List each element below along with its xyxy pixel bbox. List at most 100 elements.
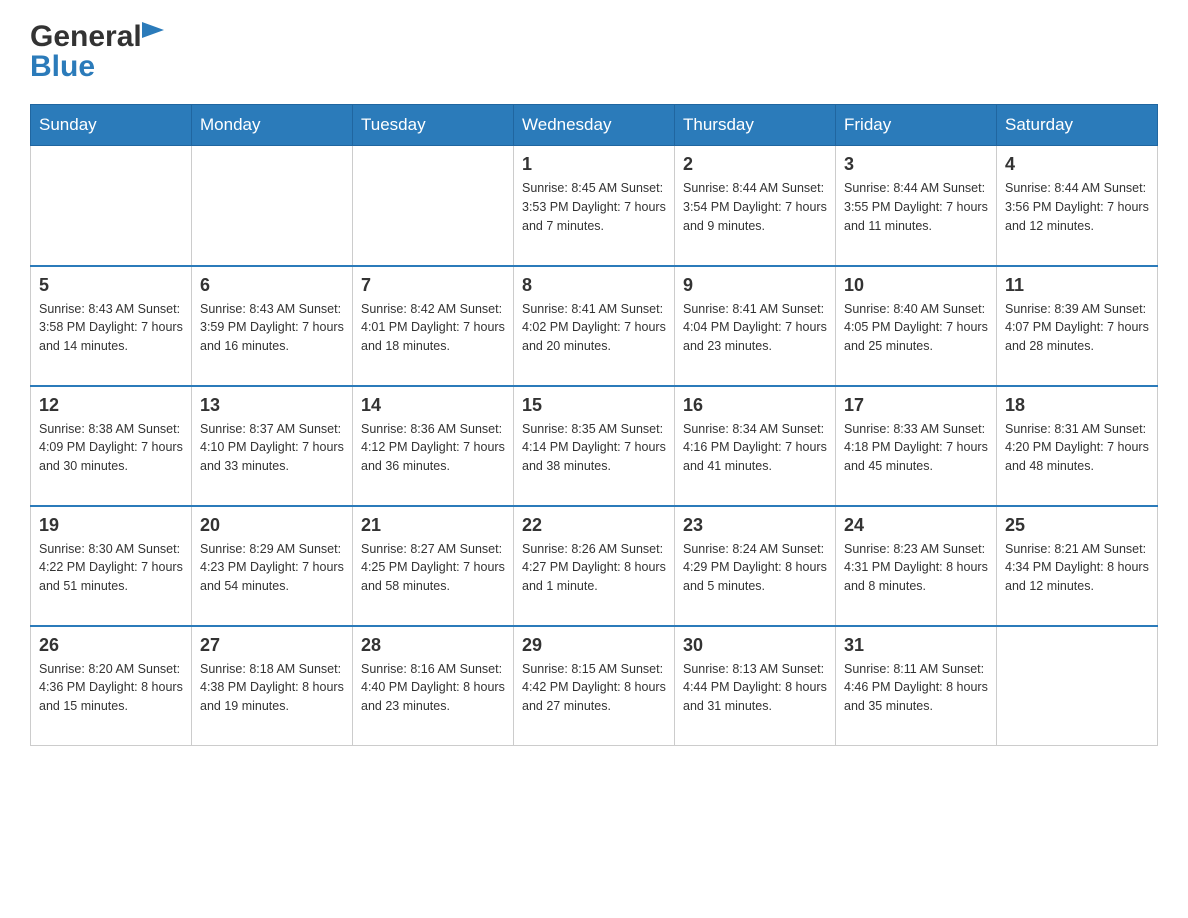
day-info: Sunrise: 8:30 AM Sunset: 4:22 PM Dayligh… — [39, 540, 183, 596]
day-header-tuesday: Tuesday — [353, 105, 514, 146]
day-number: 23 — [683, 515, 827, 536]
day-info: Sunrise: 8:40 AM Sunset: 4:05 PM Dayligh… — [844, 300, 988, 356]
day-info: Sunrise: 8:31 AM Sunset: 4:20 PM Dayligh… — [1005, 420, 1149, 476]
day-info: Sunrise: 8:13 AM Sunset: 4:44 PM Dayligh… — [683, 660, 827, 716]
day-number: 30 — [683, 635, 827, 656]
day-info: Sunrise: 8:16 AM Sunset: 4:40 PM Dayligh… — [361, 660, 505, 716]
day-number: 5 — [39, 275, 183, 296]
day-number: 18 — [1005, 395, 1149, 416]
calendar-cell: 21 Sunrise: 8:27 AM Sunset: 4:25 PM Dayli… — [353, 506, 514, 626]
day-number: 7 — [361, 275, 505, 296]
day-info: Sunrise: 8:37 AM Sunset: 4:10 PM Dayligh… — [200, 420, 344, 476]
day-info: Sunrise: 8:23 AM Sunset: 4:31 PM Dayligh… — [844, 540, 988, 596]
day-number: 11 — [1005, 275, 1149, 296]
day-number: 24 — [844, 515, 988, 536]
day-header-saturday: Saturday — [997, 105, 1158, 146]
day-number: 6 — [200, 275, 344, 296]
calendar-cell: 25 Sunrise: 8:21 AM Sunset: 4:34 PM Dayli… — [997, 506, 1158, 626]
calendar-cell — [997, 626, 1158, 746]
day-number: 16 — [683, 395, 827, 416]
day-info: Sunrise: 8:44 AM Sunset: 3:56 PM Dayligh… — [1005, 179, 1149, 235]
calendar-cell: 10 Sunrise: 8:40 AM Sunset: 4:05 PM Dayli… — [836, 266, 997, 386]
calendar-cell: 18 Sunrise: 8:31 AM Sunset: 4:20 PM Dayli… — [997, 386, 1158, 506]
day-info: Sunrise: 8:20 AM Sunset: 4:36 PM Dayligh… — [39, 660, 183, 716]
calendar-cell: 5 Sunrise: 8:43 AM Sunset: 3:58 PM Daylig… — [31, 266, 192, 386]
day-info: Sunrise: 8:26 AM Sunset: 4:27 PM Dayligh… — [522, 540, 666, 596]
day-number: 29 — [522, 635, 666, 656]
calendar-cell: 1 Sunrise: 8:45 AM Sunset: 3:53 PM Daylig… — [514, 146, 675, 266]
day-info: Sunrise: 8:18 AM Sunset: 4:38 PM Dayligh… — [200, 660, 344, 716]
logo: GeneralBlue — [30, 20, 164, 84]
day-info: Sunrise: 8:41 AM Sunset: 4:04 PM Dayligh… — [683, 300, 827, 356]
day-number: 15 — [522, 395, 666, 416]
day-info: Sunrise: 8:35 AM Sunset: 4:14 PM Dayligh… — [522, 420, 666, 476]
calendar-cell: 3Sunrise: 8:44 AM Sunset: 3:55 PM Daylig… — [836, 146, 997, 266]
calendar-cell: 14 Sunrise: 8:36 AM Sunset: 4:12 PM Dayli… — [353, 386, 514, 506]
calendar-cell: 11 Sunrise: 8:39 AM Sunset: 4:07 PM Dayli… — [997, 266, 1158, 386]
day-info: Sunrise: 8:44 AM Sunset: 3:54 PM Dayligh… — [683, 179, 827, 235]
day-number: 22 — [522, 515, 666, 536]
calendar-cell: 9Sunrise: 8:41 AM Sunset: 4:04 PM Daylig… — [675, 266, 836, 386]
calendar-cell: 7 Sunrise: 8:42 AM Sunset: 4:01 PM Daylig… — [353, 266, 514, 386]
day-number: 14 — [361, 395, 505, 416]
day-number: 2 — [683, 154, 827, 175]
calendar-cell: 2 Sunrise: 8:44 AM Sunset: 3:54 PM Daylig… — [675, 146, 836, 266]
day-info: Sunrise: 8:29 AM Sunset: 4:23 PM Dayligh… — [200, 540, 344, 596]
calendar-cell: 29 Sunrise: 8:15 AM Sunset: 4:42 PM Dayli… — [514, 626, 675, 746]
day-number: 27 — [200, 635, 344, 656]
day-info: Sunrise: 8:45 AM Sunset: 3:53 PM Dayligh… — [522, 179, 666, 235]
calendar-cell: 26 Sunrise: 8:20 AM Sunset: 4:36 PM Dayli… — [31, 626, 192, 746]
calendar-cell: 23 Sunrise: 8:24 AM Sunset: 4:29 PM Dayli… — [675, 506, 836, 626]
day-number: 13 — [200, 395, 344, 416]
day-number: 12 — [39, 395, 183, 416]
day-number: 17 — [844, 395, 988, 416]
calendar-cell: 27 Sunrise: 8:18 AM Sunset: 4:38 PM Dayli… — [192, 626, 353, 746]
calendar-cell: 13 Sunrise: 8:37 AM Sunset: 4:10 PM Dayli… — [192, 386, 353, 506]
day-info: Sunrise: 8:34 AM Sunset: 4:16 PM Dayligh… — [683, 420, 827, 476]
day-number: 3 — [844, 154, 988, 175]
day-number: 26 — [39, 635, 183, 656]
calendar-cell: 19 Sunrise: 8:30 AM Sunset: 4:22 PM Dayli… — [31, 506, 192, 626]
day-info: Sunrise: 8:43 AM Sunset: 3:58 PM Dayligh… — [39, 300, 183, 356]
calendar-cell: 8 Sunrise: 8:41 AM Sunset: 4:02 PM Daylig… — [514, 266, 675, 386]
calendar-week-5: 26 Sunrise: 8:20 AM Sunset: 4:36 PM Dayli… — [31, 626, 1158, 746]
day-header-sunday: Sunday — [31, 105, 192, 146]
calendar-cell: 30 Sunrise: 8:13 AM Sunset: 4:44 PM Dayli… — [675, 626, 836, 746]
day-number: 8 — [522, 275, 666, 296]
day-number: 10 — [844, 275, 988, 296]
day-header-wednesday: Wednesday — [514, 105, 675, 146]
day-info: Sunrise: 8:39 AM Sunset: 4:07 PM Dayligh… — [1005, 300, 1149, 356]
day-info: Sunrise: 8:11 AM Sunset: 4:46 PM Dayligh… — [844, 660, 988, 716]
calendar-cell: 4 Sunrise: 8:44 AM Sunset: 3:56 PM Daylig… — [997, 146, 1158, 266]
day-info: Sunrise: 8:24 AM Sunset: 4:29 PM Dayligh… — [683, 540, 827, 596]
day-number: 19 — [39, 515, 183, 536]
day-number: 1 — [522, 154, 666, 175]
day-number: 25 — [1005, 515, 1149, 536]
day-info: Sunrise: 8:33 AM Sunset: 4:18 PM Dayligh… — [844, 420, 988, 476]
day-info: Sunrise: 8:27 AM Sunset: 4:25 PM Dayligh… — [361, 540, 505, 596]
day-number: 21 — [361, 515, 505, 536]
calendar-cell: 15 Sunrise: 8:35 AM Sunset: 4:14 PM Dayli… — [514, 386, 675, 506]
calendar-cell: 6Sunrise: 8:43 AM Sunset: 3:59 PM Daylig… — [192, 266, 353, 386]
day-info: Sunrise: 8:15 AM Sunset: 4:42 PM Dayligh… — [522, 660, 666, 716]
calendar-cell — [31, 146, 192, 266]
day-info: Sunrise: 8:21 AM Sunset: 4:34 PM Dayligh… — [1005, 540, 1149, 596]
calendar-cell: 28 Sunrise: 8:16 AM Sunset: 4:40 PM Dayli… — [353, 626, 514, 746]
calendar-cell: 20 Sunrise: 8:29 AM Sunset: 4:23 PM Dayli… — [192, 506, 353, 626]
calendar-week-1: 1 Sunrise: 8:45 AM Sunset: 3:53 PM Daylig… — [31, 146, 1158, 266]
calendar-cell: 12 Sunrise: 8:38 AM Sunset: 4:09 PM Dayli… — [31, 386, 192, 506]
calendar-week-4: 19 Sunrise: 8:30 AM Sunset: 4:22 PM Dayli… — [31, 506, 1158, 626]
day-number: 20 — [200, 515, 344, 536]
day-header-friday: Friday — [836, 105, 997, 146]
day-info: Sunrise: 8:41 AM Sunset: 4:02 PM Dayligh… — [522, 300, 666, 356]
day-number: 31 — [844, 635, 988, 656]
calendar-cell — [192, 146, 353, 266]
day-number: 4 — [1005, 154, 1149, 175]
day-info: Sunrise: 8:38 AM Sunset: 4:09 PM Dayligh… — [39, 420, 183, 476]
page-header: GeneralBlue — [30, 20, 1158, 84]
calendar-cell: 16 Sunrise: 8:34 AM Sunset: 4:16 PM Dayli… — [675, 386, 836, 506]
day-info: Sunrise: 8:42 AM Sunset: 4:01 PM Dayligh… — [361, 300, 505, 356]
day-info: Sunrise: 8:36 AM Sunset: 4:12 PM Dayligh… — [361, 420, 505, 476]
calendar-header-row: SundayMondayTuesdayWednesdayThursdayFrid… — [31, 105, 1158, 146]
day-number: 28 — [361, 635, 505, 656]
